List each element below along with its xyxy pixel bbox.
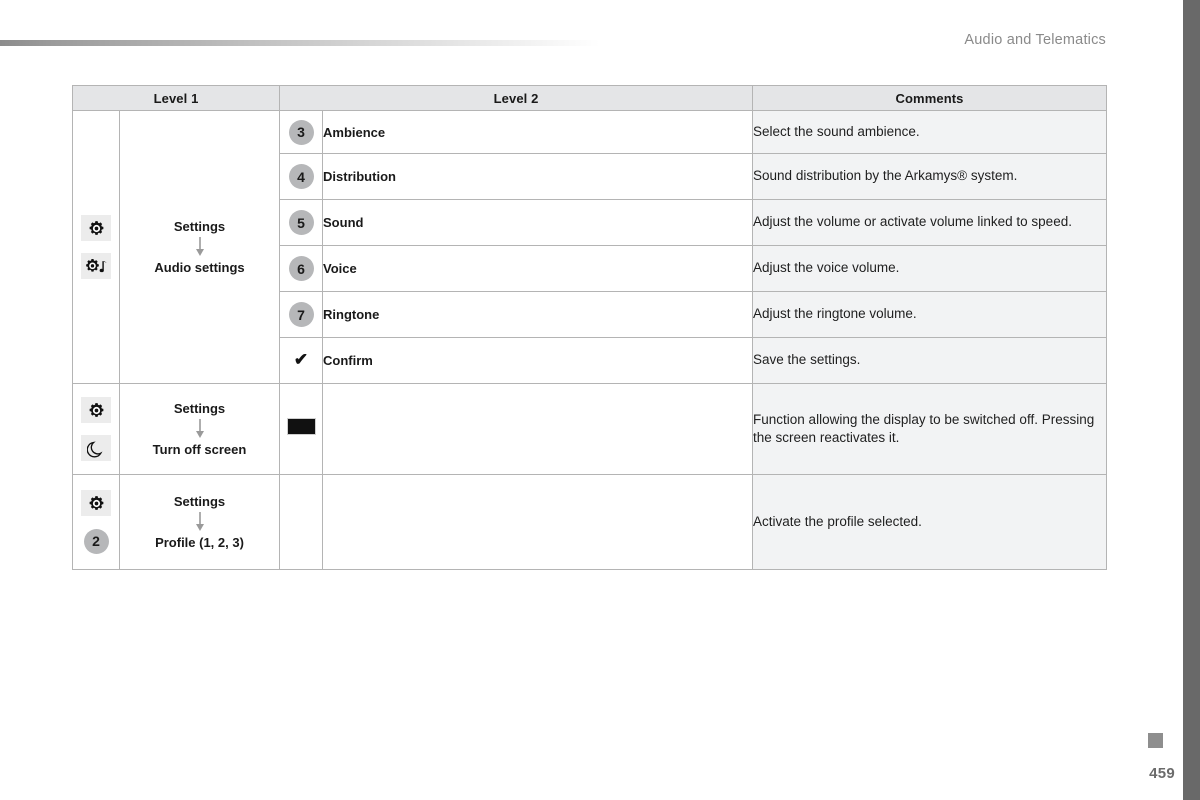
level2-label-cell: Ringtone — [322, 291, 754, 338]
comment-cell: Sound distribution by the Arkamys® syste… — [752, 153, 1108, 200]
comment-cell: Adjust the volume or activate volume lin… — [752, 199, 1108, 246]
level2-badge-cell: 7 — [279, 291, 324, 338]
down-arrow-icon — [194, 236, 206, 258]
level1-path: Settings Turn off screen — [120, 401, 279, 457]
level1-secondary-label: Turn off screen — [152, 442, 247, 457]
check-icon: ✔ — [293, 350, 309, 369]
number-badge: 6 — [288, 256, 314, 281]
page-title: Audio and Telematics — [964, 32, 1106, 48]
level2-badge-cell — [279, 383, 324, 475]
level2-label-cell: Ambience — [322, 110, 754, 154]
right-edge-bar — [1183, 0, 1200, 800]
level1-secondary-label: Profile (1, 2, 3) — [155, 535, 244, 550]
comment-cell: Activate the profile selected. — [752, 474, 1108, 570]
manual-page: Audio and Telematics Level 1 Level 2 Com… — [0, 0, 1200, 800]
level1-icon-cell: 2 — [72, 474, 120, 570]
column-header-level2: Level 2 — [279, 85, 754, 111]
comment-cell: Function allowing the display to be swit… — [752, 383, 1108, 475]
level2-badge-cell: 3 — [279, 110, 324, 154]
table-row: Settings Audio settings 3 Ambience Select th… — [72, 110, 1108, 384]
icon-stack — [73, 209, 119, 285]
page-number: 459 — [1149, 765, 1175, 782]
comment-cell: Select the sound ambience. — [752, 110, 1108, 154]
level2-label-cell: Voice — [322, 245, 754, 292]
header-gradient-rule — [0, 40, 600, 46]
level1-primary-label: Settings — [173, 494, 226, 509]
level1-icon-cell — [72, 383, 120, 475]
down-arrow-icon — [194, 511, 206, 533]
level2-label-cell — [322, 383, 754, 475]
table-body: Settings Audio settings 3 Ambience Select th… — [72, 110, 1108, 570]
comment-cell: Adjust the ringtone volume. — [752, 291, 1108, 338]
icon-stack — [73, 391, 119, 467]
table-row: 2 Settings Profile (1, 2, 3) Activate the p… — [72, 474, 1108, 570]
table-header-row: Level 1 Level 2 Comments — [71, 85, 1108, 111]
down-arrow-icon — [194, 418, 206, 440]
level2-badge-cell: 5 — [279, 199, 324, 246]
number-badge: 5 — [288, 210, 314, 235]
level1-label-cell: Settings Turn off screen — [118, 383, 281, 475]
comment-cell: Save the settings. — [752, 337, 1108, 384]
number-badge: 4 — [288, 164, 314, 189]
number-badge: 3 — [288, 119, 314, 145]
gear-icon — [81, 490, 111, 516]
level2-label-cell: Confirm — [322, 337, 754, 384]
level1-icon-cell — [72, 110, 120, 384]
column-header-level1: Level 1 — [71, 85, 281, 111]
level2-label-cell: Distribution — [322, 153, 754, 200]
level2-badge-cell: 4 — [279, 153, 324, 200]
number-badge: 7 — [288, 302, 314, 327]
moon-icon — [81, 435, 111, 461]
gear-icon — [81, 215, 111, 241]
level2-badge-cell: ✔ — [279, 337, 324, 384]
level1-primary-label: Settings — [173, 219, 226, 234]
level1-secondary-label: Audio settings — [154, 260, 245, 275]
table-row: Settings Turn off screen Function allowing… — [72, 383, 1108, 475]
level1-label-cell: Settings Audio settings — [118, 110, 281, 384]
icon-stack: 2 — [73, 484, 119, 560]
level2-label-cell — [322, 474, 754, 570]
settings-table-wrapper: Level 1 Level 2 Comments Settings Audio s… — [71, 85, 1108, 570]
screen-off-icon — [286, 418, 316, 435]
level2-badge-cell — [279, 474, 324, 570]
column-header-comments: Comments — [752, 85, 1108, 111]
settings-table: Level 1 Level 2 Comments Settings Audio s… — [71, 85, 1108, 570]
table-head: Level 1 Level 2 Comments — [71, 85, 1108, 111]
badge-2-icon: 2 — [81, 528, 111, 554]
level1-path: Settings Audio settings — [120, 219, 279, 275]
comment-cell: Adjust the voice volume. — [752, 245, 1108, 292]
level1-label-cell: Settings Profile (1, 2, 3) — [118, 474, 281, 570]
level2-badge-cell: 6 — [279, 245, 324, 292]
footer-square-mark — [1148, 733, 1163, 748]
gear-icon — [81, 397, 111, 423]
level2-label-cell: Sound — [322, 199, 754, 246]
level1-path: Settings Profile (1, 2, 3) — [120, 494, 279, 550]
level1-primary-label: Settings — [173, 401, 226, 416]
gear-music-icon — [81, 253, 111, 279]
